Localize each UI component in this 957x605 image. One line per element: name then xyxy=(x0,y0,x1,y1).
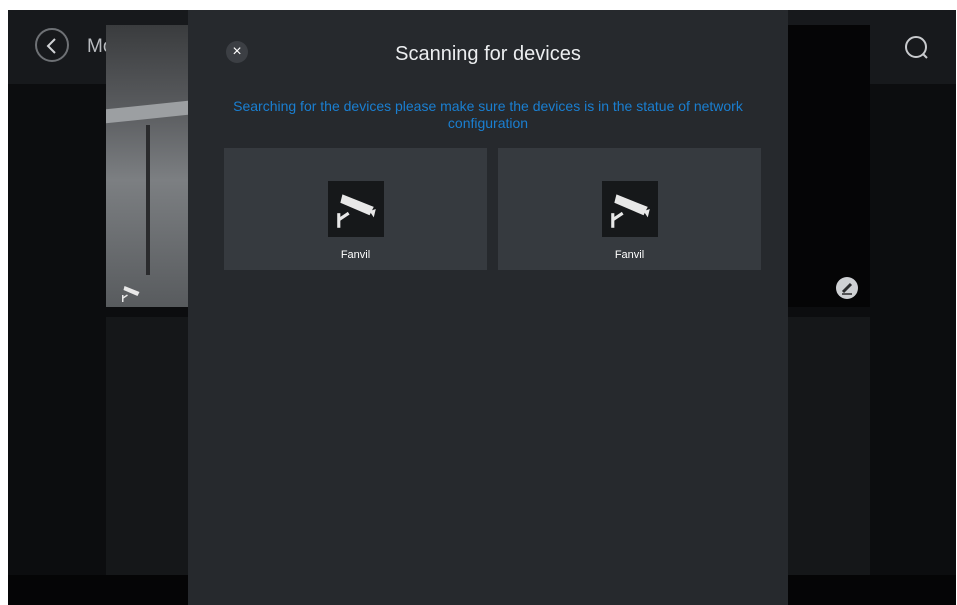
edit-icon[interactable] xyxy=(836,277,858,299)
scan-hint: Searching for the devices please make su… xyxy=(233,98,743,131)
device-name: Fanvil xyxy=(614,249,645,261)
screen: Monitor × Scanning for devices Searching… xyxy=(8,10,956,605)
search-icon[interactable] xyxy=(904,35,930,61)
empty-tile xyxy=(788,317,870,575)
cctv-camera-icon xyxy=(122,286,140,302)
empty-tile xyxy=(106,317,188,575)
device-card[interactable]: Fanvil xyxy=(224,148,487,270)
chevron-left-icon xyxy=(46,38,56,54)
camera-feed-tile[interactable] xyxy=(106,25,188,307)
cctv-camera-icon xyxy=(611,194,650,228)
back-button[interactable] xyxy=(35,28,69,62)
device-card[interactable]: Fanvil xyxy=(498,148,761,270)
device-icon-box xyxy=(328,181,384,237)
camera-feed-tile[interactable] xyxy=(788,25,870,307)
dialog-title: Scanning for devices xyxy=(395,43,581,65)
camera-feed-detail xyxy=(146,125,150,275)
scan-dialog: × Scanning for devices Searching for the… xyxy=(188,10,788,605)
cctv-camera-icon xyxy=(337,194,376,228)
device-icon-box xyxy=(602,181,658,237)
device-name: Fanvil xyxy=(340,249,371,261)
